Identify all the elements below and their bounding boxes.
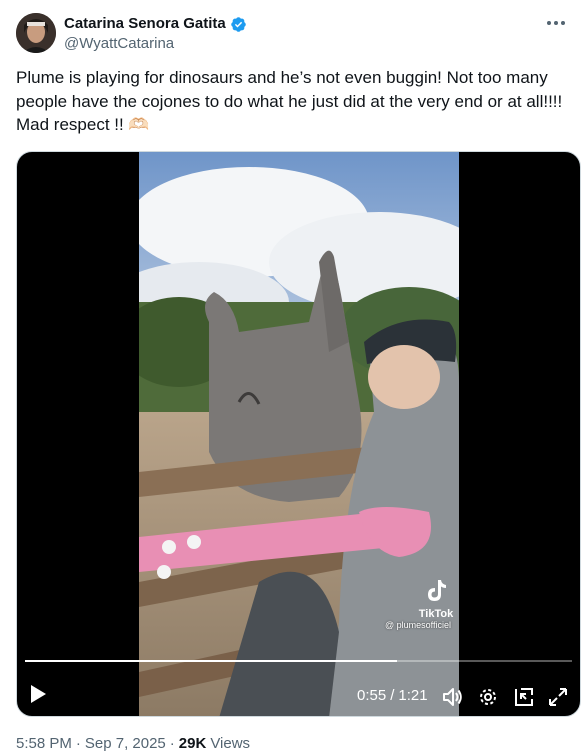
verified-badge-icon[interactable]: [230, 16, 247, 33]
video-frame[interactable]: [109, 152, 489, 716]
time-display: 0:55 / 1:21: [357, 686, 428, 706]
duration: 1:21: [398, 687, 428, 704]
gear-icon[interactable]: [477, 686, 499, 708]
progress-fill: [25, 660, 397, 662]
tiktok-watermark: TikTok: [416, 579, 456, 621]
tweet-date[interactable]: Sep 7, 2025: [85, 734, 166, 754]
tweet-metadata: 5:58 PM · Sep 7, 2025 · 29K Views: [16, 734, 250, 754]
time-separator: /: [390, 687, 395, 704]
video-controls: 0:55 / 1:21: [17, 656, 580, 716]
tiktok-icon: [428, 580, 446, 601]
progress-bar[interactable]: [25, 660, 572, 662]
picture-in-picture-icon[interactable]: [513, 686, 535, 708]
separator-dot: ·: [169, 735, 175, 752]
author-name[interactable]: Catarina Senora Gatita: [64, 14, 226, 34]
separator-dot: ·: [75, 735, 81, 752]
tiktok-handle: @ plumesofficiel: [385, 620, 451, 630]
tweet-text: Plume is playing for dinosaurs and he’s …: [16, 68, 567, 134]
views-label: Views: [210, 735, 251, 752]
video-player[interactable]: TikTok @ plumesofficiel 0:55 / 1:21: [16, 151, 581, 717]
author-handle[interactable]: @WyattCatarina: [64, 34, 174, 54]
author-name-row[interactable]: Catarina Senora Gatita: [64, 14, 247, 34]
views-count[interactable]: 29K: [179, 734, 207, 754]
play-icon[interactable]: [29, 684, 49, 706]
more-icon[interactable]: [545, 12, 567, 34]
tweet-time[interactable]: 5:58 PM: [16, 734, 72, 754]
avatar[interactable]: [16, 13, 56, 53]
fullscreen-icon[interactable]: [547, 686, 569, 708]
volume-icon[interactable]: [441, 686, 463, 708]
current-time: 0:55: [357, 687, 387, 704]
